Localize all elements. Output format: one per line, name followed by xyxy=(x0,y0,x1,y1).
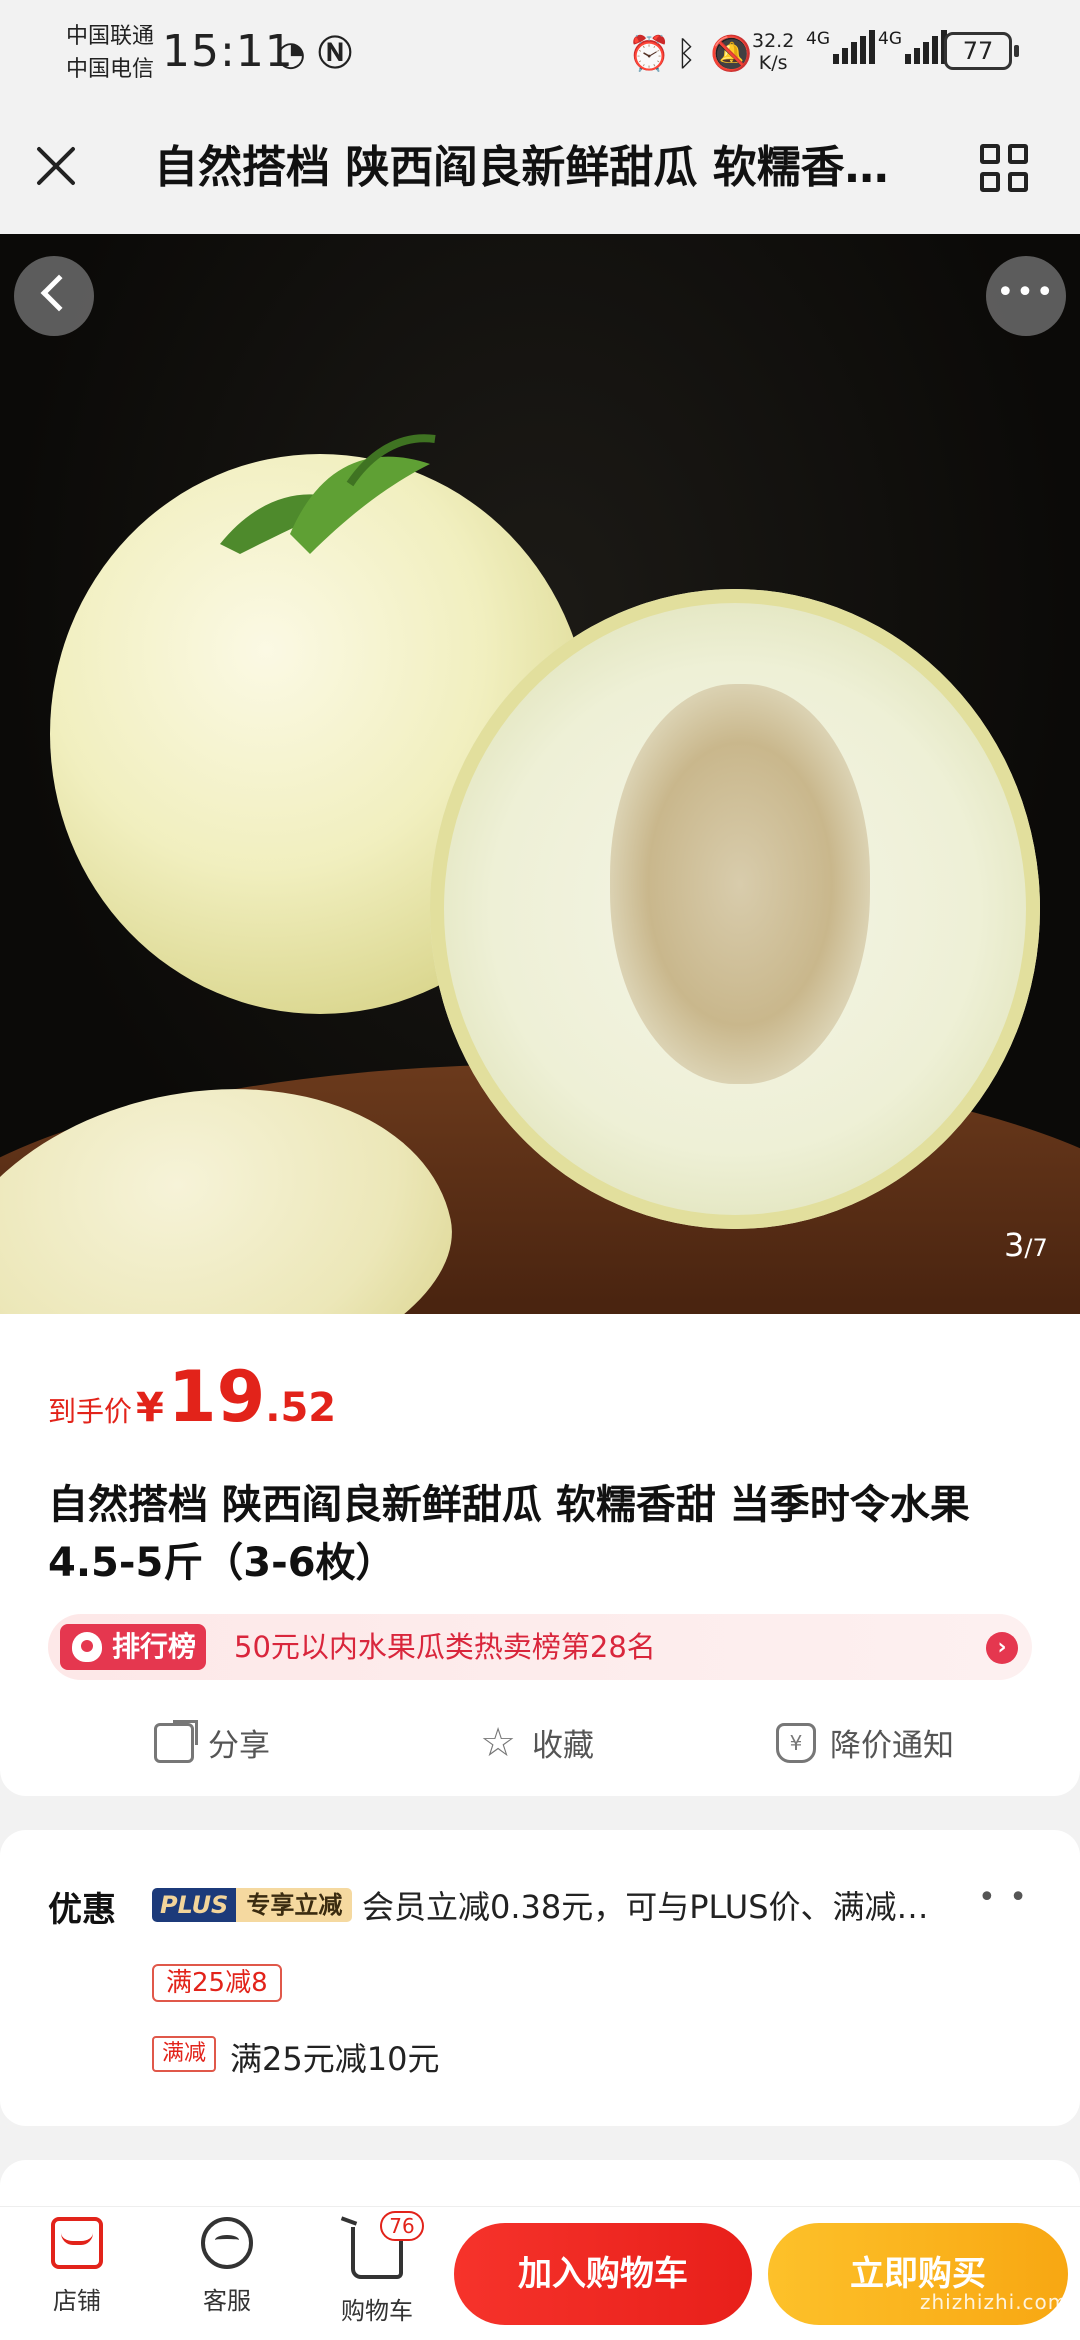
network-speed: 32.2 K/s xyxy=(752,30,795,74)
close-icon[interactable] xyxy=(30,140,80,190)
price-integer: 19 xyxy=(167,1356,266,1438)
ranking-text: 50元以内水果瓜类热卖榜第28名 xyxy=(234,1630,656,1664)
carrier-1: 中国联通 xyxy=(66,24,155,49)
mute-bell-icon: 🔕 xyxy=(710,34,753,74)
page-title: 自然搭档 陕西阎良新鲜甜瓜 软糯香甜 当季时令水果 xyxy=(154,142,914,193)
plus-discount-text: 会员立减0.38元，可与PLUS价、满减… xyxy=(362,1888,929,1926)
discount-text: 满25元减10元 xyxy=(230,2040,440,2078)
ranking-tag: 排行榜 xyxy=(60,1624,207,1670)
status-bar: 中国联通 中国电信 15:11 ◔ Ⓝ ⏰ ᛒ 🔕 32.2 K/s 4G 4G… xyxy=(0,0,1080,110)
price-decimal: .52 xyxy=(265,1385,337,1431)
more-dots-icon: ••• xyxy=(996,275,1056,310)
discount-tag: 满减 xyxy=(152,2036,217,2072)
signal-icon-2: 4G xyxy=(878,30,950,64)
share-button[interactable]: 分享 xyxy=(154,1720,270,1765)
more-icon[interactable]: • • xyxy=(978,1880,1029,1915)
product-image-gallery[interactable] xyxy=(0,234,1080,1314)
chevron-right-icon: › xyxy=(986,1632,1018,1664)
ranking-banner[interactable]: 排行榜 50元以内水果瓜类热卖榜第28名 › xyxy=(48,1614,1032,1680)
watermark: zhizhizhi.com xyxy=(920,2290,1069,2314)
trophy-icon xyxy=(72,1632,102,1662)
price: 到手价 ¥ 19 .52 xyxy=(48,1356,336,1438)
plus-badge: PLUS 专享立减 xyxy=(152,1888,353,1922)
price-tag-icon: ¥ xyxy=(776,1722,816,1763)
melon-seeds-image xyxy=(610,684,870,1084)
top-nav: 自然搭档 陕西阎良新鲜甜瓜 软糯香甜 当季时令水果 xyxy=(0,110,1080,234)
nfc-icon: Ⓝ xyxy=(318,34,352,74)
star-icon: ☆ xyxy=(480,1719,516,1766)
coupon-tag[interactable]: 满25减8 xyxy=(152,1964,282,2002)
back-button[interactable] xyxy=(14,256,94,336)
coupon-title: 优惠 xyxy=(48,1890,116,1930)
image-counter: 3/7 xyxy=(1004,1226,1048,1264)
customer-service-tab[interactable]: 客服 xyxy=(172,2217,282,2316)
price-currency: ¥ xyxy=(136,1385,164,1431)
shop-icon xyxy=(51,2217,103,2269)
melon-leaves-image xyxy=(220,434,436,554)
bluetooth-icon: ᛒ xyxy=(676,34,697,74)
speedometer-icon: ◔ xyxy=(276,34,306,74)
price-label: 到手价 xyxy=(48,1395,133,1428)
chat-icon xyxy=(201,2217,253,2269)
shop-tab[interactable]: 店铺 xyxy=(22,2217,132,2316)
chevron-left-icon xyxy=(40,274,78,312)
product-title: 自然搭档 陕西阎良新鲜甜瓜 软糯香甜 当季时令水果 4.5-5斤（3-6枚） xyxy=(48,1482,970,1586)
coupon-card[interactable]: 优惠 PLUS 专享立减 会员立减0.38元，可与PLUS价、满减… • • 满… xyxy=(0,1830,1080,2126)
clock: 15:11 xyxy=(162,26,294,77)
alarm-icon: ⏰ xyxy=(628,34,671,74)
add-to-cart-button[interactable]: 加入购物车 xyxy=(454,2223,752,2325)
battery-icon: 77 xyxy=(944,32,1019,70)
cart-count-badge: 76 xyxy=(380,2211,424,2241)
signal-icon-1: 4G xyxy=(806,30,878,64)
grid-menu-icon[interactable] xyxy=(980,144,1030,194)
more-button[interactable]: ••• xyxy=(986,256,1066,336)
price-alert-button[interactable]: ¥ 降价通知 xyxy=(776,1720,954,1765)
product-info-card: 到手价 ¥ 19 .52 自然搭档 陕西阎良新鲜甜瓜 软糯香甜 当季时令水果 4… xyxy=(0,1314,1080,1796)
bottom-action-bar: 店铺 客服 购物车 76 加入购物车 立即购买 xyxy=(0,2206,1080,2340)
share-icon xyxy=(154,1722,194,1763)
carrier-2: 中国电信 xyxy=(66,57,155,82)
favorite-button[interactable]: ☆ 收藏 xyxy=(478,1720,594,1765)
carrier-names: 中国联通 中国电信 xyxy=(66,20,154,86)
